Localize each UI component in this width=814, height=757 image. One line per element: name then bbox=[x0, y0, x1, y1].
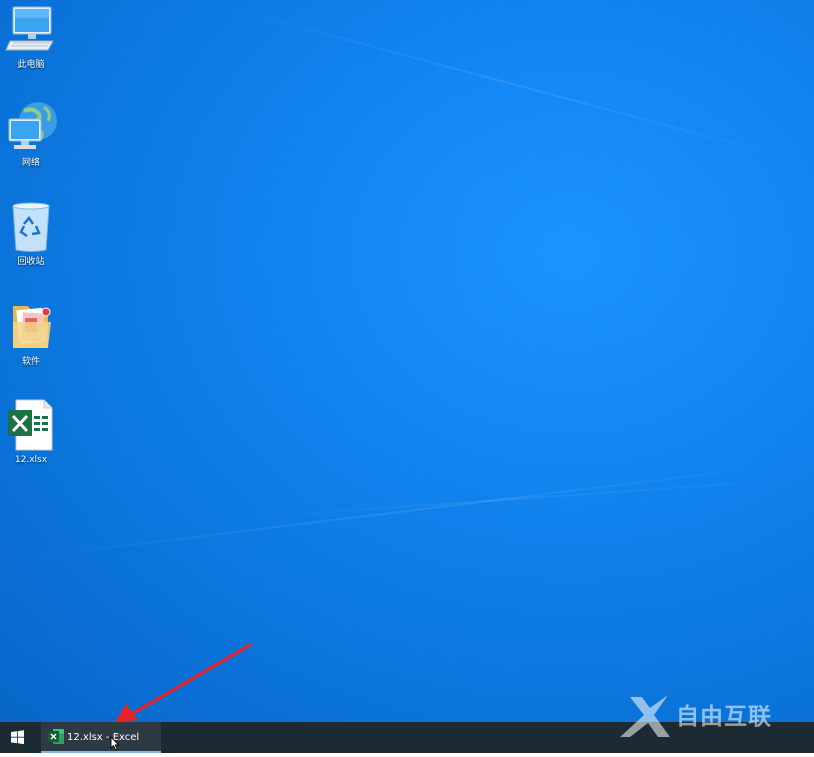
taskbar-app-label: 12.xlsx - Excel bbox=[67, 732, 140, 743]
mouse-cursor bbox=[110, 736, 120, 751]
annotation-arrow bbox=[115, 643, 252, 722]
start-button[interactable] bbox=[0, 722, 34, 753]
desktop-background: 此电脑 网络 回收站 软件 12.xlsx bbox=[0, 0, 814, 722]
watermark-text: 自由互联 bbox=[676, 704, 772, 730]
taskbar-app-excel[interactable]: 12.xlsx - Excel bbox=[41, 722, 161, 753]
excel-icon bbox=[48, 729, 64, 744]
windows-logo-icon bbox=[11, 730, 24, 745]
watermark: 自由互联 bbox=[616, 693, 806, 739]
watermark-logo-icon bbox=[620, 695, 670, 737]
